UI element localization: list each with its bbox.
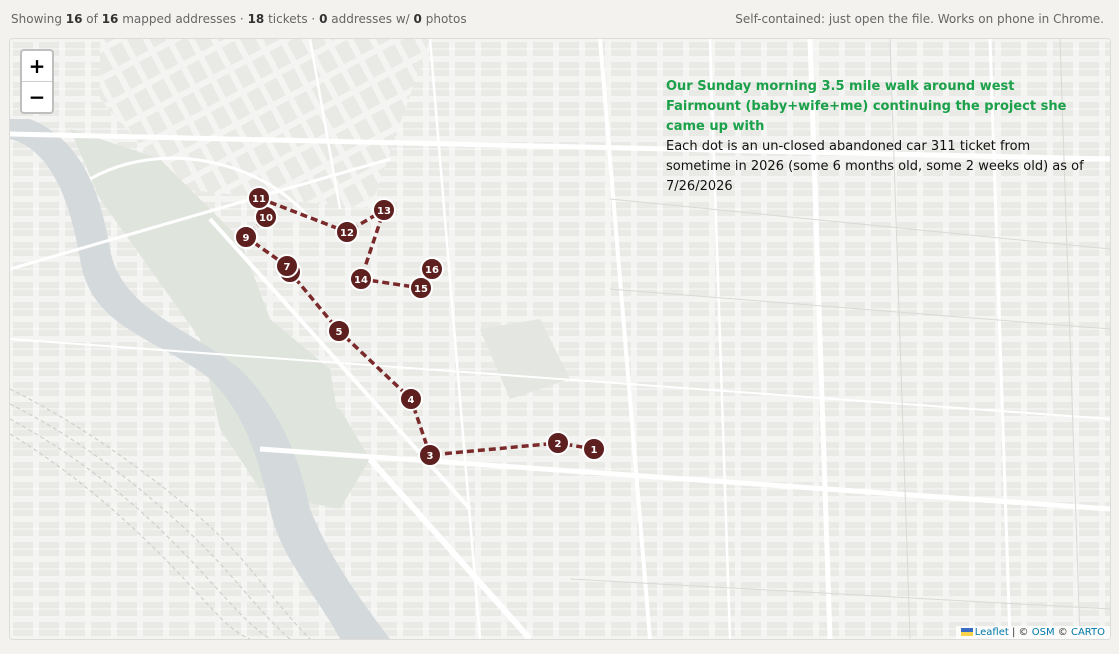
leaflet-link[interactable]: Leaflet (975, 627, 1009, 638)
marker-label: 2 (555, 439, 562, 450)
marker-label: 11 (252, 194, 266, 205)
status-note: Self-contained: just open the file. Work… (735, 12, 1104, 26)
marker-label: 4 (408, 395, 415, 406)
shown-count: 16 (65, 12, 83, 26)
ticket-marker-7[interactable]: 7 (275, 254, 299, 278)
marker-label: 7 (284, 262, 291, 273)
marker-label: 16 (425, 265, 439, 276)
attribution-separator: | © (1011, 627, 1029, 638)
tickets-suffix: tickets · (268, 12, 316, 26)
map-view[interactable]: 12345678910111213141516 + − Our Sunday m… (9, 38, 1111, 640)
ticket-marker-2[interactable]: 2 (546, 431, 570, 455)
tickets-count: 18 (247, 12, 265, 26)
total-count: 16 (101, 12, 119, 26)
photos-suffix: photos (425, 12, 467, 26)
marker-label: 13 (377, 206, 391, 217)
caption-body: Each dot is an un-closed abandoned car 3… (666, 139, 1084, 194)
ticket-marker-3[interactable]: 3 (418, 443, 442, 467)
marker-label: 5 (336, 327, 343, 338)
ticket-markers[interactable]: 12345678910111213141516 (234, 186, 606, 467)
map-attribution: Leaflet | © OSM © CARTO (955, 626, 1110, 639)
walk-caption: Our Sunday morning 3.5 mile walk around … (666, 77, 1086, 197)
walk-route (243, 194, 595, 457)
addresses-with-photos-count: 0 (319, 12, 328, 26)
photos-count: 0 (413, 12, 422, 26)
status-prefix: Showing (11, 12, 62, 26)
marker-label: 12 (340, 228, 354, 239)
ticket-marker-4[interactable]: 4 (399, 387, 423, 411)
ticket-marker-9[interactable]: 9 (234, 225, 258, 249)
addresses-suffix: addresses w/ (331, 12, 410, 26)
marker-label: 1 (591, 445, 598, 456)
ticket-marker-14[interactable]: 14 (349, 267, 373, 291)
marker-label: 14 (354, 275, 368, 286)
ticket-marker-11[interactable]: 11 (247, 186, 271, 210)
ticket-marker-5[interactable]: 5 (327, 319, 351, 343)
zoom-control: + − (20, 49, 54, 114)
carto-link[interactable]: CARTO (1071, 627, 1105, 638)
zoom-out-button[interactable]: − (22, 82, 52, 112)
ticket-marker-16[interactable]: 16 (420, 257, 444, 281)
osm-link[interactable]: OSM (1032, 627, 1055, 638)
marker-label: 15 (414, 284, 428, 295)
status-summary: Showing 16 of 16 mapped addresses · 18 t… (11, 12, 467, 26)
status-of: of (86, 12, 98, 26)
marker-label: 3 (427, 451, 434, 462)
ticket-marker-13[interactable]: 13 (372, 198, 396, 222)
zoom-in-button[interactable]: + (22, 51, 52, 82)
status-bar: Showing 16 of 16 mapped addresses · 18 t… (0, 0, 1119, 38)
mapped-suffix: mapped addresses · (122, 12, 244, 26)
ticket-marker-1[interactable]: 1 (582, 437, 606, 461)
flag-icon (960, 628, 973, 636)
caption-title: Our Sunday morning 3.5 mile walk around … (666, 79, 1067, 134)
attribution-separator-2: © (1057, 627, 1068, 638)
marker-label: 9 (243, 233, 250, 244)
ticket-marker-12[interactable]: 12 (335, 220, 359, 244)
marker-label: 10 (259, 213, 273, 224)
